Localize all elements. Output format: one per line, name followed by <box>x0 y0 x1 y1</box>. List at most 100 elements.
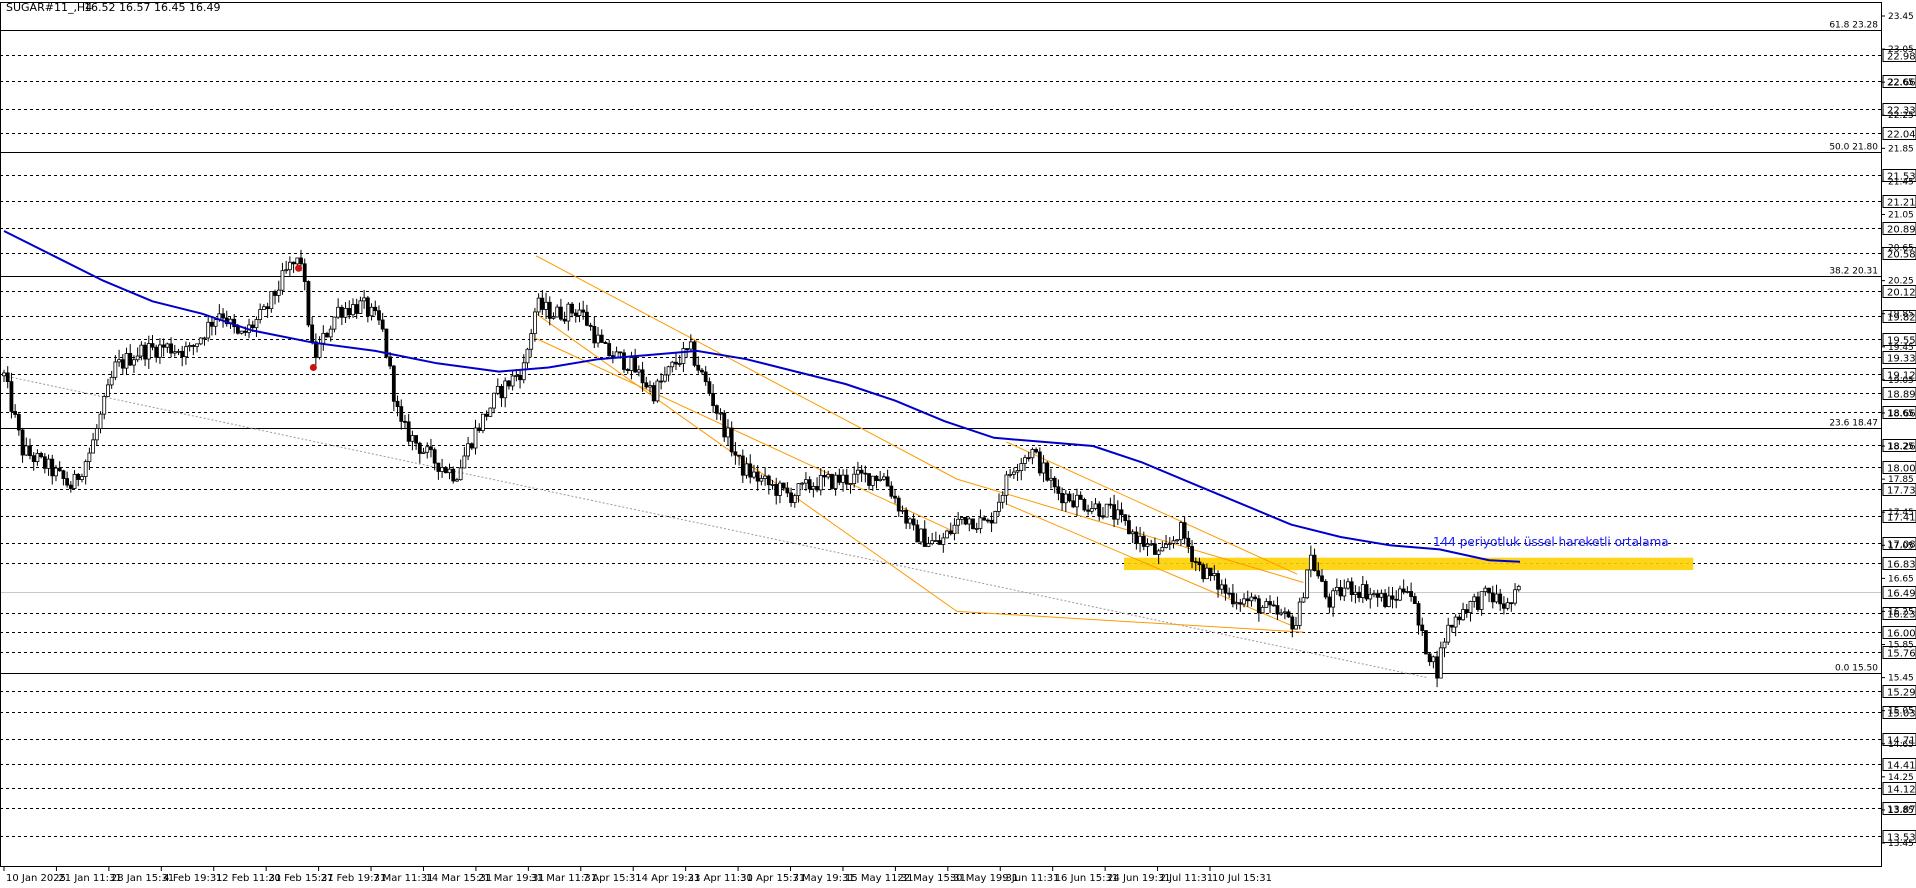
symbol-label: SUGAR#11_,H4 <box>6 1 92 14</box>
candle-body <box>61 470 66 479</box>
candle-body <box>599 334 604 343</box>
candle-body <box>1301 597 1306 603</box>
candle-body <box>1290 616 1295 630</box>
candle-body <box>1457 616 1462 621</box>
candle-body <box>380 319 385 330</box>
price-level-label: 18.89 <box>1887 390 1916 401</box>
candle-body <box>113 361 118 378</box>
candle-body <box>551 316 556 319</box>
candle-body <box>1190 546 1194 562</box>
candle-body <box>16 414 21 431</box>
candle-body <box>1416 603 1421 626</box>
y-tick-label: 22.25 <box>1888 111 1914 121</box>
candle-body <box>169 343 173 354</box>
candle-body <box>547 301 552 319</box>
fibonacci-label: 0.0 15.50 <box>1835 664 1878 674</box>
candle-body <box>1297 601 1302 626</box>
candle-body <box>499 386 504 399</box>
candle-body <box>893 495 897 499</box>
candle-body <box>778 482 782 496</box>
candle-body <box>265 306 270 310</box>
candle-body <box>1134 531 1139 544</box>
candle-body <box>1483 587 1488 593</box>
candle-body <box>804 479 808 484</box>
candle-body <box>633 357 638 373</box>
candle-body <box>718 412 723 415</box>
y-tick-label: 15.85 <box>1888 641 1914 651</box>
price-chart[interactable]: 61.8 23.28 50.0 21.80 38.2 20.31 23.6 18.47… <box>0 0 1916 888</box>
price-level-label: 14.41 <box>1887 761 1916 772</box>
candle-body <box>781 482 786 489</box>
candle-body <box>1193 561 1198 563</box>
x-tick-label: 10 Jan 2025 <box>6 873 66 884</box>
candle-body <box>577 309 582 316</box>
candle-body <box>354 304 359 314</box>
candle-body <box>1346 581 1350 589</box>
candle-body <box>221 313 225 319</box>
candle-body <box>1412 596 1417 604</box>
candle-body <box>54 467 58 477</box>
candle-body <box>1427 653 1432 663</box>
candle-body <box>299 257 303 265</box>
candle-body <box>421 451 426 454</box>
candle-body <box>603 342 608 344</box>
y-tick-label: 17.45 <box>1888 508 1914 518</box>
candle-body <box>154 346 159 358</box>
candle-body <box>1334 586 1339 592</box>
candle-body <box>239 330 244 334</box>
candle-body <box>120 359 125 369</box>
candle-body <box>1320 575 1324 582</box>
candle-body <box>1119 509 1124 516</box>
candle-body <box>685 348 690 350</box>
price-level-label: 17.73 <box>1887 486 1916 497</box>
candle-body <box>1060 493 1065 504</box>
y-tick-label: 18.25 <box>1888 442 1914 452</box>
y-tick-label: 22.65 <box>1888 78 1914 88</box>
candle-body <box>1364 584 1369 600</box>
candle-body <box>109 376 114 386</box>
y-tick-label: 14.25 <box>1888 773 1914 783</box>
candle-body <box>213 319 218 327</box>
price-level-label: 21.21 <box>1887 198 1916 209</box>
candle-body <box>325 332 329 338</box>
candle-body <box>1360 584 1365 598</box>
candle-body <box>1464 609 1469 613</box>
candle-body <box>937 540 942 545</box>
chart-area[interactable]: 61.8 23.28 50.0 21.80 38.2 20.31 23.6 18.47… <box>0 0 1916 888</box>
candle-body <box>1398 588 1402 601</box>
candle-body <box>1386 595 1391 607</box>
candle-body <box>1160 547 1165 552</box>
candle-body <box>640 369 645 384</box>
candle-body <box>369 306 374 317</box>
ohlc-readout: 16.52 16.57 16.45 16.49 <box>84 1 220 14</box>
candle-body <box>1401 588 1406 593</box>
candle-body <box>618 351 623 354</box>
candle-body <box>811 486 816 490</box>
candle-body <box>1420 624 1425 632</box>
candle-body <box>180 350 185 358</box>
candle-body <box>1323 580 1328 598</box>
candle-body <box>184 346 188 358</box>
candle-body <box>1357 591 1362 598</box>
candle-body <box>176 350 181 353</box>
candle-body <box>313 341 318 358</box>
candle-body <box>1461 609 1465 621</box>
fractal-marker <box>295 264 303 272</box>
candle-body <box>46 458 51 469</box>
y-tick-label: 20.65 <box>1888 244 1914 254</box>
y-tick-label: 20.25 <box>1888 277 1914 287</box>
candle-body <box>1171 540 1176 544</box>
candle-body <box>1108 503 1113 506</box>
x-tick-label: 10 Jul 15:31 <box>1212 873 1272 884</box>
y-tick-label: 19.85 <box>1888 310 1914 320</box>
y-tick-label: 19.05 <box>1888 376 1914 386</box>
candle-body <box>276 289 281 296</box>
candle-body <box>870 475 875 486</box>
candle-body <box>1004 474 1009 496</box>
candle-body <box>1112 504 1116 520</box>
candle-body <box>284 269 289 272</box>
candle-body <box>570 303 574 314</box>
x-tick-label: 2 Jul 11:31 <box>1160 873 1214 884</box>
candle-body <box>57 467 62 472</box>
candle-body <box>1390 595 1395 600</box>
